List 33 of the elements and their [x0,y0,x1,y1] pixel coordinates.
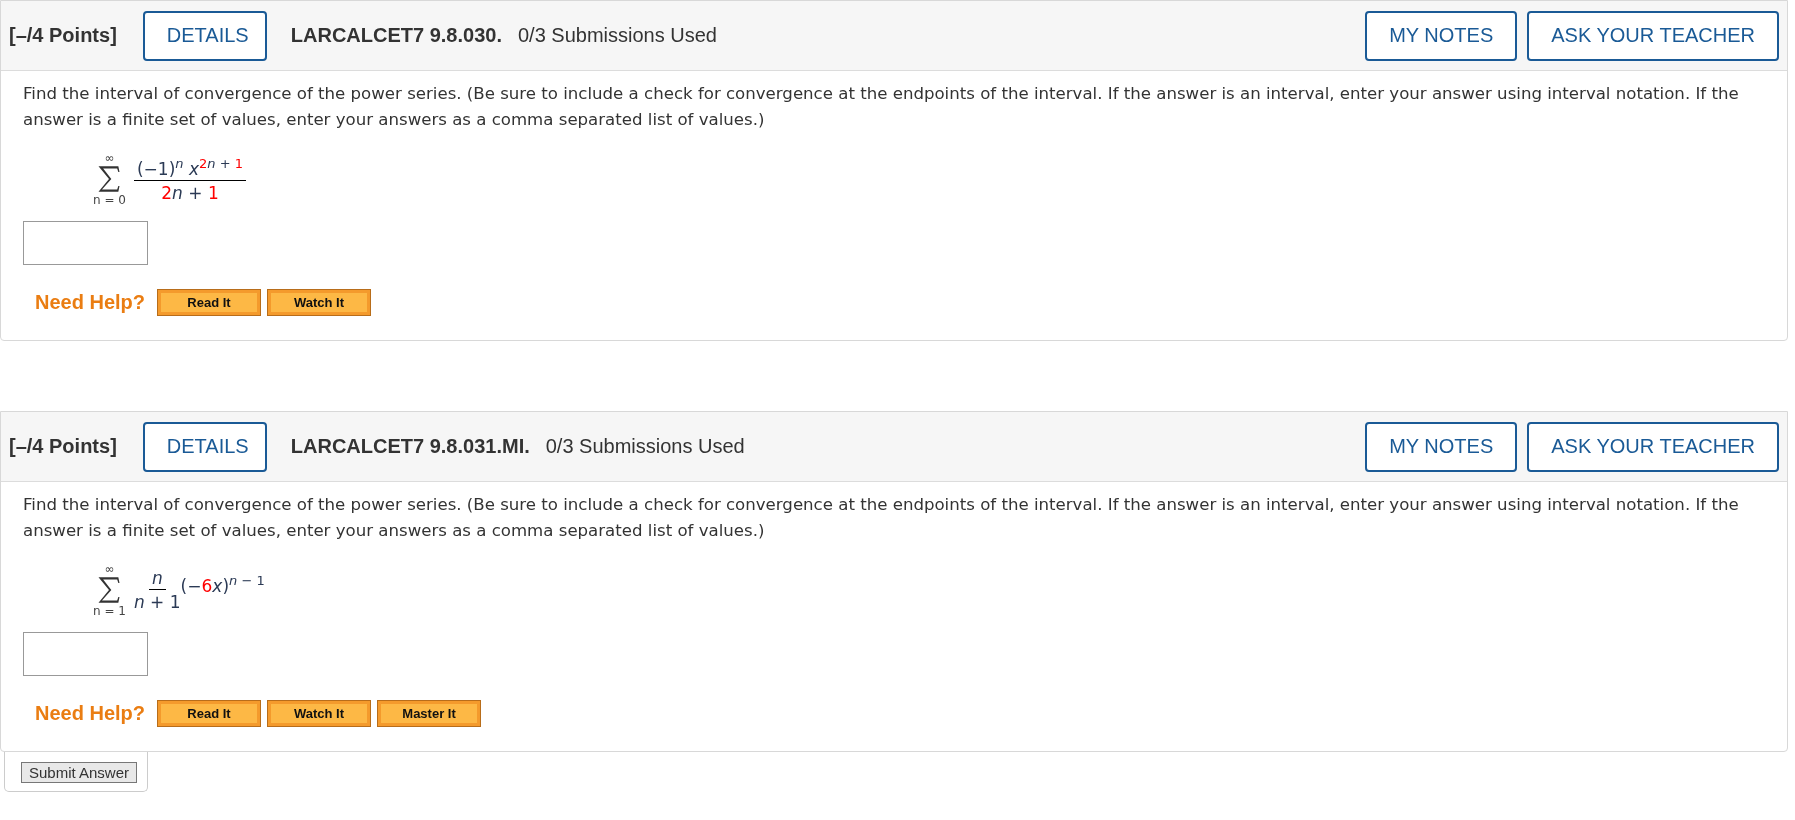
points-label: [–/4 Points] [9,24,117,47]
need-help-label: Need Help? [35,702,146,725]
sum-lower-limit: n = 1 [93,604,126,618]
ask-teacher-button[interactable]: ASK YOUR TEACHER [1527,10,1779,61]
summation-icon [97,165,122,193]
sum-upper-limit: ∞ [104,562,115,576]
my-notes-button[interactable]: MY NOTES [1365,421,1518,472]
submissions-count: 0/3 Submissions Used [517,24,717,47]
need-help-label: Need Help? [35,291,146,314]
answer-field[interactable] [23,221,148,265]
denominator: n + 1 [133,591,181,612]
my-notes-button[interactable]: MY NOTES [1365,10,1518,61]
denominator: 2n + 1 [161,181,219,203]
points-label: [–/4 Points] [9,435,117,458]
ask-teacher-button[interactable]: ASK YOUR TEACHER [1527,421,1779,472]
sum-lower-limit: n = 0 [93,193,126,207]
question-code: LARCALCET7 9.8.031.MI. [290,435,530,458]
question-text: Find the interval of convergence of the power series. (Be sure to include a check for convergence at the endpoints of the interval. If the answer is an interval, enter your answer using interval notation. If the answer is a finite set of values, enter your answers as a comma separated list of values.) [23,494,1740,542]
summation-icon [97,576,122,604]
help-button[interactable]: Watch It [267,700,372,727]
question-code: LARCALCET7 9.8.030. [290,24,502,47]
help-button[interactable]: Read It [157,289,262,316]
submit-answer-button[interactable]: Submit Answer [21,762,138,783]
submissions-count: 0/3 Submissions Used [545,435,745,458]
details-button[interactable]: DETAILS [142,10,267,61]
help-button[interactable]: Read It [157,700,262,727]
numerator: n [148,568,166,590]
answer-field[interactable] [23,632,148,676]
help-button[interactable]: Watch It [267,289,372,316]
details-button[interactable]: DETAILS [142,421,267,472]
question-text: Find the interval of convergence of the power series. (Be sure to include a check for convergence at the endpoints of the interval. If the answer is an interval, enter your answer using interval notation. If the answer is a finite set of values, enter your answers as a comma separated list of values.) [23,83,1740,131]
sum-upper-limit: ∞ [104,151,115,165]
help-button[interactable]: Master It [377,700,482,727]
